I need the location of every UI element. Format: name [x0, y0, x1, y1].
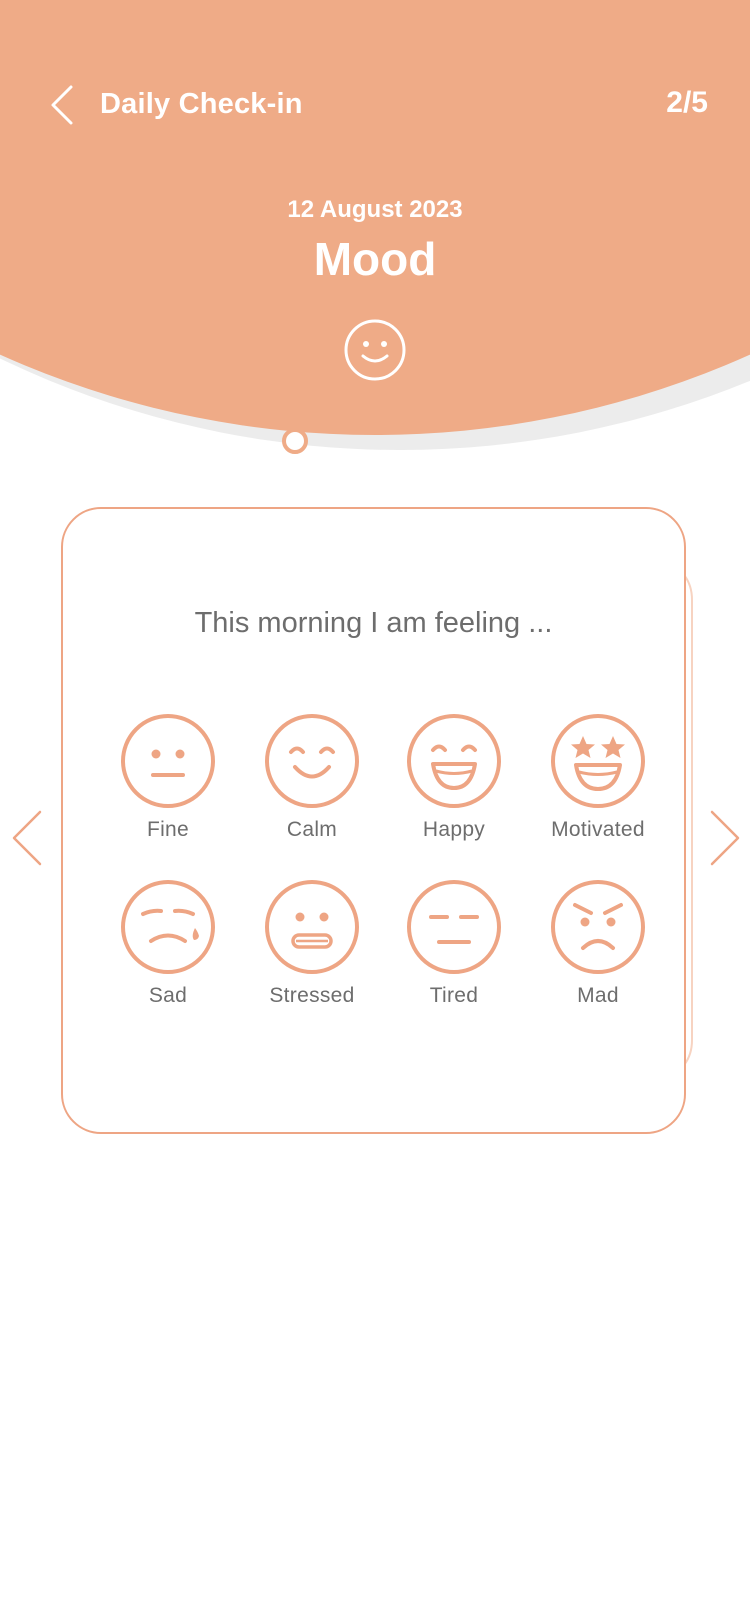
mood-label: Sad [148, 984, 188, 1007]
mood-option-fine[interactable]: Fine [98, 712, 238, 842]
back-button[interactable] [40, 80, 84, 130]
mood-label: Stressed [269, 984, 355, 1007]
mood-grid: Fine Calm Happy Motivated Sad Stressed T… [63, 509, 684, 1132]
mood-card: This morning I am feeling ... Fine Calm [61, 507, 686, 1134]
star-eyes-face-icon [551, 714, 645, 808]
progress-indicator [282, 428, 308, 454]
mood-option-stressed[interactable]: Stressed [242, 878, 382, 1008]
date-label: 12 August 2023 [287, 196, 463, 223]
mood-label: Motivated [551, 818, 645, 841]
mood-label: Tired [429, 984, 479, 1007]
chevron-left-icon [12, 810, 42, 866]
chevron-left-icon [51, 85, 73, 125]
happy-face-icon [407, 714, 501, 808]
mood-option-tired[interactable]: Tired [384, 878, 524, 1008]
mad-face-icon [551, 880, 645, 974]
mood-label: Calm [286, 818, 338, 841]
page-title: Daily Check-in [100, 88, 303, 120]
mood-option-motivated[interactable]: Motivated [528, 712, 668, 842]
chevron-right-icon [710, 810, 740, 866]
sad-face-icon [121, 880, 215, 974]
section-title: Mood [313, 233, 437, 285]
next-card-button[interactable] [706, 806, 746, 870]
mood-label: Mad [577, 984, 619, 1007]
mood-label: Happy [422, 818, 486, 841]
calm-face-icon [265, 714, 359, 808]
neutral-face-icon [121, 714, 215, 808]
step-counter: 2/5 [666, 86, 708, 119]
mood-option-calm[interactable]: Calm [242, 712, 382, 842]
mood-option-sad[interactable]: Sad [98, 878, 238, 1008]
mood-label: Fine [146, 818, 190, 841]
mood-option-mad[interactable]: Mad [528, 878, 668, 1008]
stressed-face-icon [265, 880, 359, 974]
tired-face-icon [407, 880, 501, 974]
previous-card-button[interactable] [8, 806, 48, 870]
mood-option-happy[interactable]: Happy [384, 712, 524, 842]
smiley-icon [344, 319, 406, 381]
